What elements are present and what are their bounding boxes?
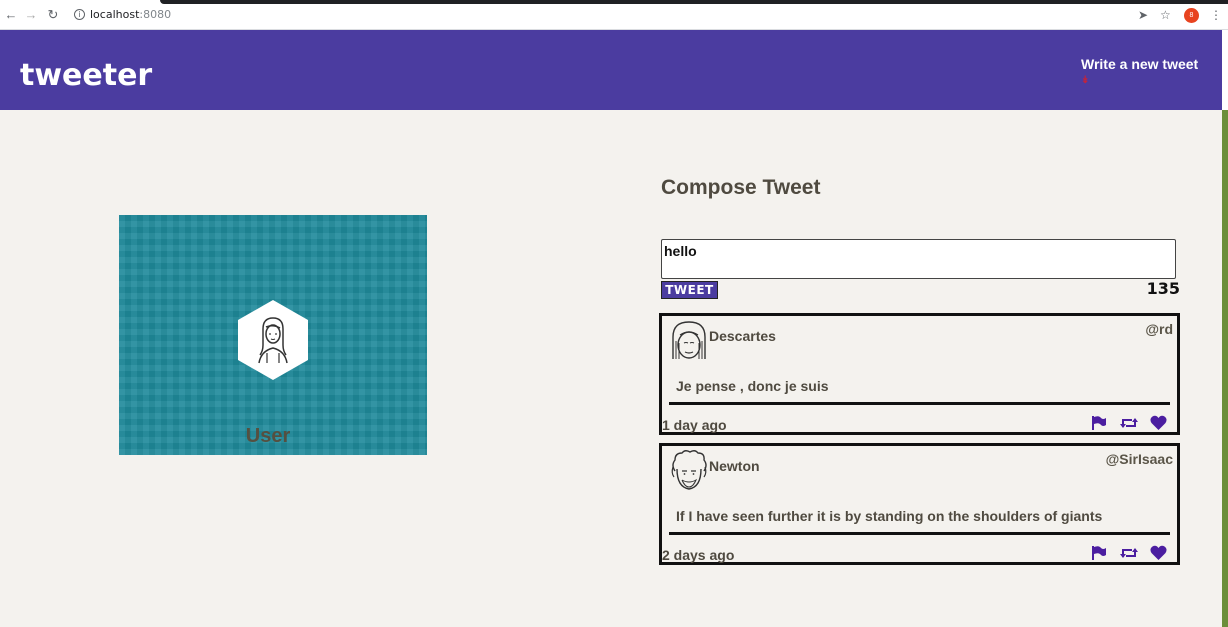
newton-avatar-icon — [671, 450, 707, 490]
url-host: localhost — [90, 8, 140, 21]
tweet-content: Je pense , donc je suis — [676, 378, 829, 394]
tweet-author-handle: @SirIsaac — [1105, 451, 1173, 467]
tweet-card: Descartes @rd Je pense , donc je suis 1 … — [659, 313, 1180, 435]
write-tweet-link[interactable]: Write a new tweet — [1081, 56, 1198, 72]
descartes-avatar-icon — [672, 321, 706, 359]
avatar[interactable]: 8 — [1184, 8, 1199, 23]
profile-name: User — [245, 425, 291, 447]
tweet-content: If I have seen further it is by standing… — [676, 508, 1103, 524]
tab-strip — [160, 0, 1228, 4]
profile-card: User — [119, 215, 427, 455]
window-edge-top — [1222, 30, 1228, 110]
tweet-author-name: Descartes — [709, 328, 776, 344]
tweet-author-handle: @rd — [1145, 321, 1173, 337]
tweet-divider — [669, 532, 1170, 535]
tweet-author-name: Newton — [709, 458, 760, 474]
char-counter: 135 — [1146, 279, 1180, 298]
info-icon[interactable]: i — [74, 9, 85, 20]
retweet-icon[interactable] — [1119, 545, 1138, 566]
back-icon[interactable]: ← — [4, 8, 18, 22]
app-header: tweeter Write a new tweet ↡ — [0, 30, 1222, 110]
tweet-actions — [1083, 415, 1167, 431]
chevron-down-icon[interactable]: ↡ — [1081, 76, 1090, 86]
tweet-card: Newton @SirIsaac If I have seen further … — [659, 443, 1180, 565]
flag-icon[interactable] — [1091, 415, 1107, 436]
brand-logo[interactable]: tweeter — [20, 58, 152, 93]
tweet-timestamp: 2 days ago — [662, 547, 735, 563]
tweet-timestamp: 1 day ago — [662, 417, 727, 433]
tweet-input[interactable]: hello — [661, 239, 1176, 279]
star-icon[interactable]: ☆ — [1160, 8, 1171, 22]
tweet-actions — [1083, 545, 1167, 561]
forward-icon[interactable]: → — [24, 8, 38, 22]
retweet-icon[interactable] — [1119, 415, 1138, 436]
heart-icon[interactable] — [1150, 415, 1167, 436]
address-bar[interactable]: localhost:8080 — [90, 8, 171, 21]
profile-avatar — [238, 300, 308, 380]
browser-toolbar: ← → ↻ i localhost:8080 ➤ ☆ 8 ⋮ — [0, 0, 1228, 30]
send-icon[interactable]: ➤ — [1138, 8, 1148, 22]
url-port: :8080 — [139, 8, 172, 21]
user-avatar-icon — [258, 317, 288, 364]
reload-icon[interactable]: ↻ — [46, 8, 60, 22]
tweet-button[interactable]: TWEET — [661, 281, 718, 299]
window-edge — [1222, 30, 1228, 627]
heart-icon[interactable] — [1150, 545, 1167, 566]
tweet-divider — [669, 402, 1170, 405]
flag-icon[interactable] — [1091, 545, 1107, 566]
menu-icon[interactable]: ⋮ — [1210, 8, 1222, 22]
compose-title: Compose Tweet — [661, 176, 821, 199]
